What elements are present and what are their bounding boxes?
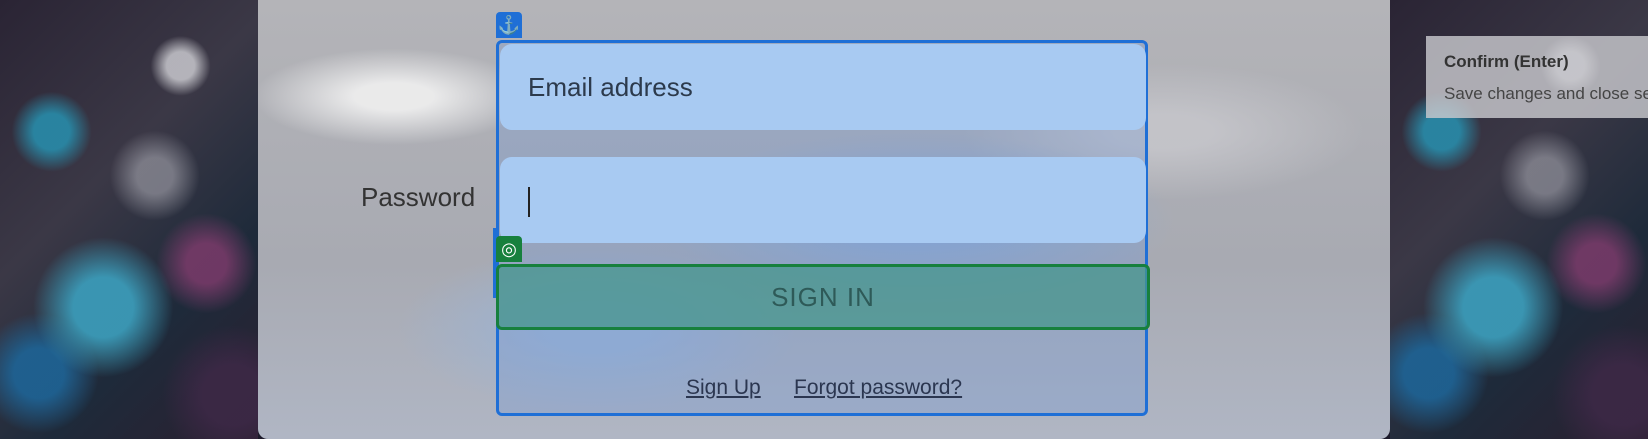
email-field[interactable]: Email address	[500, 44, 1146, 130]
sign-in-button[interactable]: SIGN IN	[496, 264, 1150, 330]
confirm-tooltip: Confirm (Enter) Save changes and close s…	[1426, 36, 1648, 118]
forgot-password-link[interactable]: Forgot password?	[794, 376, 962, 400]
background-left	[0, 0, 258, 439]
email-placeholder: Email address	[528, 72, 693, 102]
anchor-icon[interactable]: ⚓	[496, 12, 522, 38]
tooltip-title: Confirm (Enter)	[1444, 52, 1569, 71]
password-field[interactable]	[500, 157, 1146, 243]
target-icon[interactable]: ◎	[496, 236, 522, 262]
password-label: Password	[361, 182, 476, 212]
text-caret	[528, 187, 530, 218]
sign-up-link[interactable]: Sign Up	[686, 376, 761, 400]
tooltip-description: Save changes and close se	[1444, 84, 1648, 103]
